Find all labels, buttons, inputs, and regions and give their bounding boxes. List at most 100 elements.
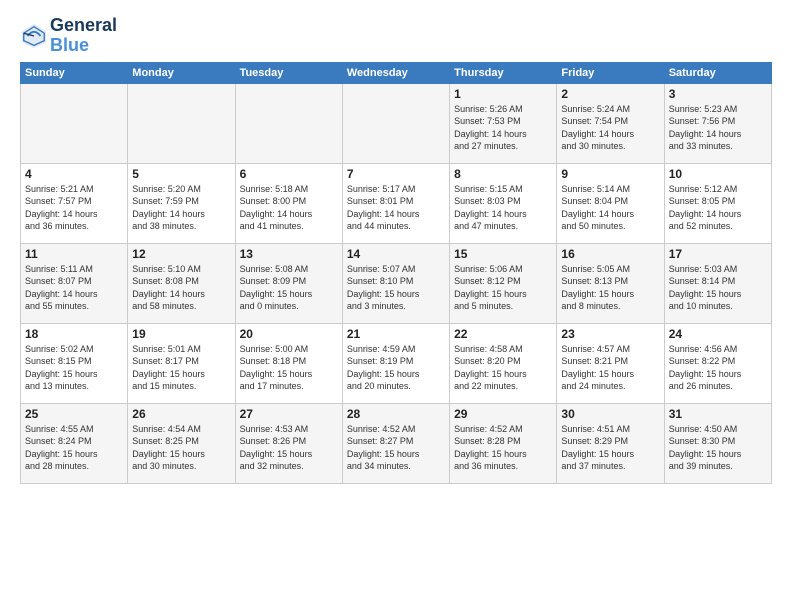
header: General Blue <box>20 16 772 56</box>
day-number: 25 <box>25 407 123 421</box>
cell-content: Sunrise: 5:12 AM Sunset: 8:05 PM Dayligh… <box>669 183 767 233</box>
calendar-cell: 8 Sunrise: 5:15 AM Sunset: 8:03 PM Daylig… <box>450 163 557 243</box>
cell-content: Sunrise: 5:26 AM Sunset: 7:53 PM Dayligh… <box>454 103 552 153</box>
calendar-cell: 20 Sunrise: 5:00 AM Sunset: 8:18 PM Dayli… <box>235 323 342 403</box>
logo-text: General Blue <box>50 16 117 56</box>
day-number: 23 <box>561 327 659 341</box>
day-number: 28 <box>347 407 445 421</box>
calendar-cell <box>235 83 342 163</box>
day-number: 16 <box>561 247 659 261</box>
day-number: 18 <box>25 327 123 341</box>
week-row-3: 11 Sunrise: 5:11 AM Sunset: 8:07 PM Dayli… <box>21 243 772 323</box>
cell-content: Sunrise: 4:52 AM Sunset: 8:27 PM Dayligh… <box>347 423 445 473</box>
header-cell-friday: Friday <box>557 62 664 83</box>
cell-content: Sunrise: 5:11 AM Sunset: 8:07 PM Dayligh… <box>25 263 123 313</box>
calendar-cell: 4 Sunrise: 5:21 AM Sunset: 7:57 PM Daylig… <box>21 163 128 243</box>
calendar-cell: 19 Sunrise: 5:01 AM Sunset: 8:17 PM Dayli… <box>128 323 235 403</box>
header-cell-monday: Monday <box>128 62 235 83</box>
calendar-cell: 25 Sunrise: 4:55 AM Sunset: 8:24 PM Dayli… <box>21 403 128 483</box>
cell-content: Sunrise: 4:51 AM Sunset: 8:29 PM Dayligh… <box>561 423 659 473</box>
cell-content: Sunrise: 5:03 AM Sunset: 8:14 PM Dayligh… <box>669 263 767 313</box>
calendar-cell: 23 Sunrise: 4:57 AM Sunset: 8:21 PM Dayli… <box>557 323 664 403</box>
cell-content: Sunrise: 5:01 AM Sunset: 8:17 PM Dayligh… <box>132 343 230 393</box>
calendar-cell: 31 Sunrise: 4:50 AM Sunset: 8:30 PM Dayli… <box>664 403 771 483</box>
cell-content: Sunrise: 4:52 AM Sunset: 8:28 PM Dayligh… <box>454 423 552 473</box>
calendar-cell: 15Sunrise: 5:06 AM Sunset: 8:12 PM Dayli… <box>450 243 557 323</box>
calendar-cell: 3 Sunrise: 5:23 AM Sunset: 7:56 PM Daylig… <box>664 83 771 163</box>
cell-content: Sunrise: 4:58 AM Sunset: 8:20 PM Dayligh… <box>454 343 552 393</box>
header-cell-thursday: Thursday <box>450 62 557 83</box>
day-number: 5 <box>132 167 230 181</box>
header-cell-sunday: Sunday <box>21 62 128 83</box>
page: General Blue SundayMondayTuesdayWednesda… <box>0 0 792 612</box>
day-number: 22 <box>454 327 552 341</box>
day-number: 9 <box>561 167 659 181</box>
day-number: 12 <box>132 247 230 261</box>
day-number: 30 <box>561 407 659 421</box>
header-cell-saturday: Saturday <box>664 62 771 83</box>
calendar-cell <box>342 83 449 163</box>
cell-content: Sunrise: 5:02 AM Sunset: 8:15 PM Dayligh… <box>25 343 123 393</box>
day-number: 31 <box>669 407 767 421</box>
header-cell-tuesday: Tuesday <box>235 62 342 83</box>
day-number: 6 <box>240 167 338 181</box>
logo-icon <box>20 22 48 50</box>
calendar-cell: 7 Sunrise: 5:17 AM Sunset: 8:01 PM Daylig… <box>342 163 449 243</box>
cell-content: Sunrise: 5:20 AM Sunset: 7:59 PM Dayligh… <box>132 183 230 233</box>
day-number: 8 <box>454 167 552 181</box>
calendar-cell: 1 Sunrise: 5:26 AM Sunset: 7:53 PM Daylig… <box>450 83 557 163</box>
cell-content: Sunrise: 4:57 AM Sunset: 8:21 PM Dayligh… <box>561 343 659 393</box>
header-row: SundayMondayTuesdayWednesdayThursdayFrid… <box>21 62 772 83</box>
calendar-cell: 14 Sunrise: 5:07 AM Sunset: 8:10 PM Dayli… <box>342 243 449 323</box>
calendar-cell: 9 Sunrise: 5:14 AM Sunset: 8:04 PM Daylig… <box>557 163 664 243</box>
calendar-cell <box>128 83 235 163</box>
calendar-cell: 29 Sunrise: 4:52 AM Sunset: 8:28 PM Dayli… <box>450 403 557 483</box>
day-number: 29 <box>454 407 552 421</box>
day-number: 13 <box>240 247 338 261</box>
calendar-cell: 27 Sunrise: 4:53 AM Sunset: 8:26 PM Dayli… <box>235 403 342 483</box>
day-number: 17 <box>669 247 767 261</box>
week-row-2: 4 Sunrise: 5:21 AM Sunset: 7:57 PM Daylig… <box>21 163 772 243</box>
cell-content: Sunrise: 4:59 AM Sunset: 8:19 PM Dayligh… <box>347 343 445 393</box>
calendar-cell: 16 Sunrise: 5:05 AM Sunset: 8:13 PM Dayli… <box>557 243 664 323</box>
day-number: 11 <box>25 247 123 261</box>
cell-content: Sunrise: 5:06 AM Sunset: 8:12 PM Dayligh… <box>454 263 552 313</box>
day-number: 20 <box>240 327 338 341</box>
week-row-1: 1 Sunrise: 5:26 AM Sunset: 7:53 PM Daylig… <box>21 83 772 163</box>
cell-content: Sunrise: 4:50 AM Sunset: 8:30 PM Dayligh… <box>669 423 767 473</box>
day-number: 7 <box>347 167 445 181</box>
cell-content: Sunrise: 5:18 AM Sunset: 8:00 PM Dayligh… <box>240 183 338 233</box>
cell-content: Sunrise: 4:54 AM Sunset: 8:25 PM Dayligh… <box>132 423 230 473</box>
calendar-cell: 5 Sunrise: 5:20 AM Sunset: 7:59 PM Daylig… <box>128 163 235 243</box>
calendar-cell: 30 Sunrise: 4:51 AM Sunset: 8:29 PM Dayli… <box>557 403 664 483</box>
day-number: 14 <box>347 247 445 261</box>
day-number: 3 <box>669 87 767 101</box>
day-number: 19 <box>132 327 230 341</box>
cell-content: Sunrise: 5:14 AM Sunset: 8:04 PM Dayligh… <box>561 183 659 233</box>
cell-content: Sunrise: 5:05 AM Sunset: 8:13 PM Dayligh… <box>561 263 659 313</box>
cell-content: Sunrise: 5:23 AM Sunset: 7:56 PM Dayligh… <box>669 103 767 153</box>
day-number: 10 <box>669 167 767 181</box>
cell-content: Sunrise: 5:00 AM Sunset: 8:18 PM Dayligh… <box>240 343 338 393</box>
cell-content: Sunrise: 5:21 AM Sunset: 7:57 PM Dayligh… <box>25 183 123 233</box>
cell-content: Sunrise: 5:07 AM Sunset: 8:10 PM Dayligh… <box>347 263 445 313</box>
day-number: 27 <box>240 407 338 421</box>
cell-content: Sunrise: 4:55 AM Sunset: 8:24 PM Dayligh… <box>25 423 123 473</box>
cell-content: Sunrise: 4:53 AM Sunset: 8:26 PM Dayligh… <box>240 423 338 473</box>
day-number: 26 <box>132 407 230 421</box>
calendar-cell: 11 Sunrise: 5:11 AM Sunset: 8:07 PM Dayli… <box>21 243 128 323</box>
cell-content: Sunrise: 5:10 AM Sunset: 8:08 PM Dayligh… <box>132 263 230 313</box>
week-row-4: 18 Sunrise: 5:02 AM Sunset: 8:15 PM Dayli… <box>21 323 772 403</box>
cell-content: Sunrise: 5:08 AM Sunset: 8:09 PM Dayligh… <box>240 263 338 313</box>
calendar-cell: 26 Sunrise: 4:54 AM Sunset: 8:25 PM Dayli… <box>128 403 235 483</box>
cell-content: Sunrise: 5:15 AM Sunset: 8:03 PM Dayligh… <box>454 183 552 233</box>
day-number: 4 <box>25 167 123 181</box>
day-number: 1 <box>454 87 552 101</box>
day-number: 2 <box>561 87 659 101</box>
calendar-cell: 18 Sunrise: 5:02 AM Sunset: 8:15 PM Dayli… <box>21 323 128 403</box>
calendar-cell: 6 Sunrise: 5:18 AM Sunset: 8:00 PM Daylig… <box>235 163 342 243</box>
day-number: 21 <box>347 327 445 341</box>
calendar-cell: 10 Sunrise: 5:12 AM Sunset: 8:05 PM Dayli… <box>664 163 771 243</box>
cell-content: Sunrise: 5:17 AM Sunset: 8:01 PM Dayligh… <box>347 183 445 233</box>
calendar-cell: 21 Sunrise: 4:59 AM Sunset: 8:19 PM Dayli… <box>342 323 449 403</box>
